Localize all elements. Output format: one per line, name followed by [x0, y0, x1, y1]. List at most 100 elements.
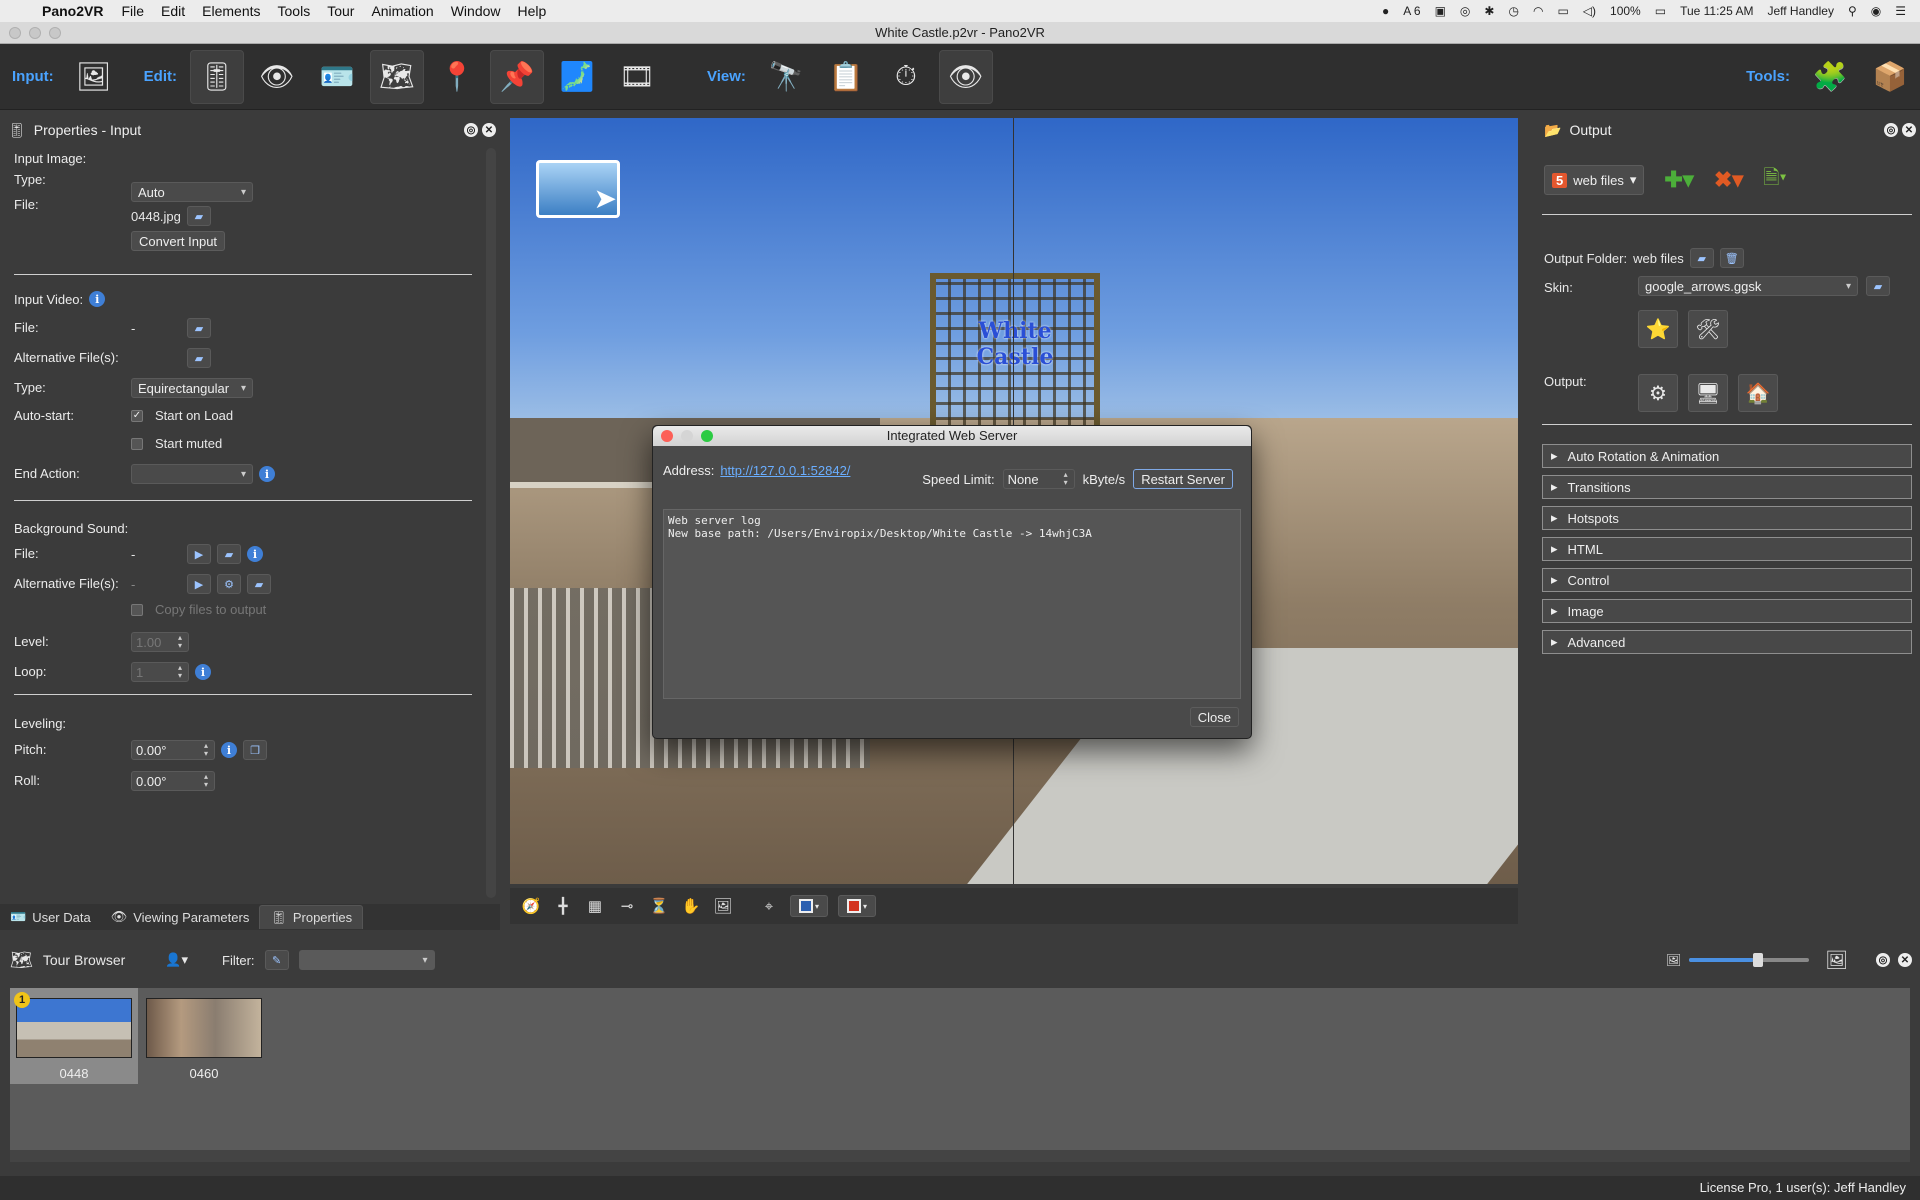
pitch-spinbox[interactable]: 0.00° [131, 740, 215, 760]
object-tool-icon[interactable]: 📦 [1863, 50, 1917, 104]
close-window-button[interactable] [9, 27, 21, 39]
section-hotspots[interactable]: ▸ Hotspots [1542, 506, 1912, 530]
convert-input-button[interactable]: Convert Input [131, 231, 226, 251]
filter-select[interactable] [298, 950, 435, 970]
gear-icon[interactable]: ⚙ [217, 574, 241, 594]
open-alt-sound-folder-icon[interactable]: ▰ [247, 574, 271, 594]
open-alt-video-folder-icon[interactable]: ▰ [187, 348, 211, 368]
start-muted-checkbox[interactable] [131, 437, 143, 450]
tools-icon[interactable]: 🛠 [1688, 310, 1728, 348]
roll-spinbox[interactable]: 0.00° [131, 771, 215, 791]
tab-viewing-parameters[interactable]: 👁 Viewing Parameters [101, 905, 260, 929]
close-panel-icon[interactable]: ✕ [482, 123, 496, 137]
input-type-select[interactable]: Auto [131, 182, 253, 202]
spotlight-icon[interactable]: ⚲ [1848, 4, 1857, 18]
skin-select[interactable]: google_arrows.ggsk [1638, 276, 1858, 296]
open-sound-folder-icon[interactable]: ▰ [217, 544, 241, 564]
adobe-badge[interactable]: A 6 [1403, 4, 1420, 18]
play-icon[interactable]: ▶ [187, 574, 211, 594]
menu-animation[interactable]: Animation [371, 3, 433, 19]
section-html[interactable]: ▸ HTML [1542, 537, 1912, 561]
volume-icon[interactable]: ◁) [1583, 4, 1596, 18]
siri-icon[interactable]: ◉ [1871, 4, 1881, 18]
undock-icon[interactable]: ◎ [1876, 953, 1890, 967]
clock[interactable]: Tue 11:25 AM [1680, 4, 1753, 18]
user-name[interactable]: Jeff Handley [1767, 4, 1834, 18]
menu-help[interactable]: Help [518, 3, 547, 19]
image-tool-icon[interactable]: 🖼 [712, 895, 734, 917]
package-icon[interactable]: 🏠 [1738, 374, 1778, 412]
video-type-select[interactable]: Equirectangular [131, 378, 253, 398]
info-icon[interactable]: i [195, 664, 211, 680]
clipboard-icon[interactable]: 📋 [819, 50, 873, 104]
level-tool-icon[interactable]: ⊸ [616, 895, 638, 917]
info-icon[interactable]: i [247, 546, 263, 562]
loop-spinbox[interactable]: 1 [131, 662, 189, 682]
gear-icon[interactable]: ⚙ [1638, 374, 1678, 412]
document-icon[interactable]: 🗎▾ [1763, 163, 1786, 197]
airplay-icon[interactable]: ▭ [1557, 4, 1568, 18]
tab-properties[interactable]: 🎚 Properties [259, 905, 364, 929]
red-color-button[interactable]: ▾ [838, 895, 876, 917]
open-output-folder-icon[interactable]: ▰ [1689, 248, 1714, 268]
tour-browser-icon[interactable]: 🗺 [369, 49, 424, 104]
blue-color-button[interactable]: ▾ [790, 895, 828, 917]
thumbnail-size-slider[interactable] [1689, 953, 1810, 967]
copy-icon[interactable]: ❐ [243, 740, 267, 760]
minimize-window-button[interactable] [29, 27, 41, 39]
bluetooth-icon[interactable]: ✱ [1484, 4, 1494, 18]
monitor-preview-icon[interactable]: 🖥 [1688, 374, 1728, 412]
tray-icon-1[interactable]: ● [1382, 4, 1389, 18]
section-advanced[interactable]: ▸ Advanced [1542, 630, 1912, 654]
crosshair-line-icon[interactable]: ╋ [552, 895, 574, 917]
panorama-thumbnail[interactable]: 1 0448 [10, 988, 138, 1084]
section-transitions[interactable]: ▸ Transitions [1542, 475, 1912, 499]
open-skin-folder-icon[interactable]: ▰ [1866, 276, 1890, 296]
server-address-link[interactable]: http://127.0.0.1:52842/ [720, 463, 850, 478]
animation-reel-icon[interactable]: 🎞 [610, 50, 664, 104]
dialog-zoom-icon[interactable] [701, 430, 713, 442]
section-auto-rotation[interactable]: ▸ Auto Rotation & Animation [1542, 444, 1912, 468]
add-output-icon[interactable]: ✚▾ [1664, 167, 1693, 193]
dialog-minimize-icon[interactable] [681, 430, 693, 442]
end-action-select[interactable] [131, 464, 253, 484]
zoom-window-button[interactable] [49, 27, 61, 39]
stopwatch-icon[interactable]: ⏱ [879, 50, 933, 104]
undock-icon[interactable]: ◎ [1884, 123, 1898, 137]
skin-editor-icon[interactable]: ⭐ [1638, 310, 1678, 348]
close-panel-icon[interactable]: ✕ [1902, 123, 1916, 137]
menu-tools[interactable]: Tools [278, 3, 311, 19]
hotspot-tool-icon[interactable]: 📌 [489, 49, 544, 104]
target-icon[interactable]: ⌖ [758, 895, 780, 917]
open-folder-icon[interactable]: ▰ [186, 206, 211, 226]
battery-icon[interactable]: ▭ [1655, 4, 1666, 18]
start-on-load-checkbox[interactable]: ✓ [131, 409, 143, 422]
menu-app-name[interactable]: Pano2VR [42, 3, 103, 19]
level-spinbox[interactable]: 1.00 [131, 632, 189, 652]
binoculars-icon[interactable]: 🔭 [759, 50, 813, 104]
notification-center-icon[interactable]: ☰ [1895, 4, 1906, 18]
trash-icon[interactable]: 🗑 [1719, 248, 1744, 268]
grid-icon[interactable]: ▦ [584, 895, 606, 917]
tour-browser-scrollbar[interactable] [10, 1150, 1910, 1162]
undock-icon[interactable]: ◎ [464, 123, 478, 137]
viewing-parameters-icon[interactable]: 👁 [250, 50, 304, 104]
wifi-icon[interactable]: ◠ [1533, 4, 1543, 18]
slider-thumb[interactable] [1752, 953, 1763, 967]
filter-tag-icon[interactable]: ✎ [264, 950, 289, 970]
time-machine-icon[interactable]: ◷ [1508, 4, 1518, 18]
info-icon[interactable]: i [259, 466, 275, 482]
eye-preview-icon[interactable]: 👁 [938, 49, 993, 104]
speed-limit-spinbox[interactable]: None [1002, 469, 1075, 489]
properties-sliders-icon[interactable]: 🎚 [189, 49, 244, 104]
patch-tool-icon[interactable]: 🧩 [1803, 50, 1857, 104]
wc-icon[interactable]: ▣ [1435, 4, 1446, 18]
info-icon[interactable]: i [89, 291, 106, 307]
mask-tool-icon[interactable]: ⏳ [648, 895, 670, 917]
panorama-thumbnail[interactable]: 0460 [140, 988, 268, 1084]
menu-file[interactable]: File [121, 3, 144, 19]
properties-scrollbar[interactable] [486, 148, 496, 898]
menu-edit[interactable]: Edit [161, 3, 185, 19]
add-input-icon[interactable]: 🖼 [67, 50, 121, 104]
tab-user-data[interactable]: 🪪 User Data [0, 905, 101, 929]
